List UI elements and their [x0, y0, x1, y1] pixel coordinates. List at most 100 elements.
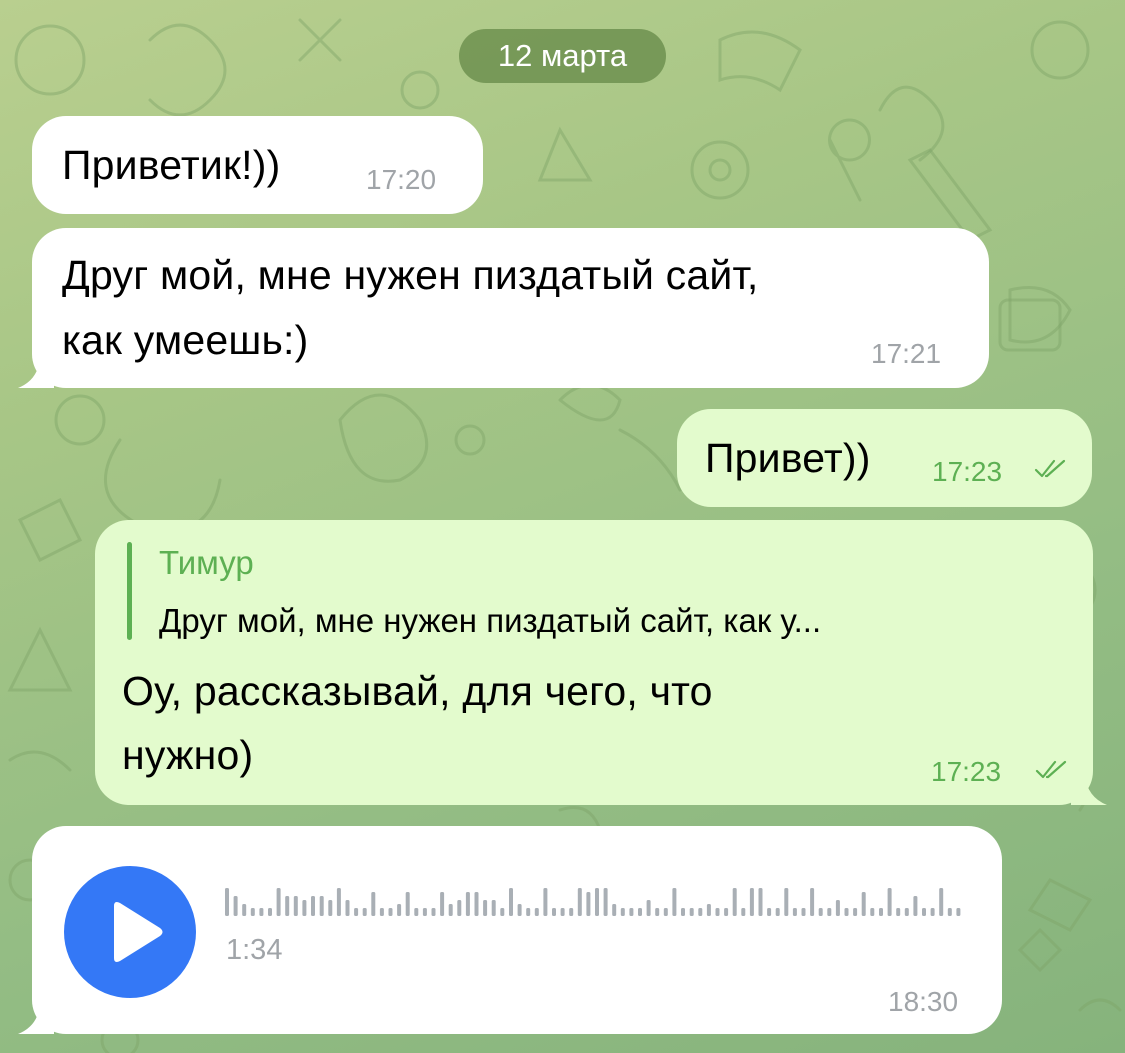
waveform-bar: [620, 908, 625, 916]
message-time: 17:23: [931, 756, 1002, 787]
waveform-bar: [724, 908, 729, 916]
message-text: Привет)): [705, 435, 871, 481]
waveform-bar: [612, 904, 617, 916]
waveform-bar: [465, 892, 470, 916]
message-time: 17:21: [871, 338, 942, 369]
waveform-bar: [354, 908, 359, 916]
message-text-line: Оу, рассказывай, для чего, что: [122, 668, 713, 714]
double-check-icon: [1034, 459, 1066, 478]
waveform-bar: [913, 896, 918, 916]
waveform-bar: [379, 908, 384, 916]
play-icon: [114, 902, 163, 962]
waveform-bar: [655, 908, 660, 916]
waveform-bar: [259, 908, 264, 916]
waveform-bar: [922, 908, 926, 916]
waveform-bar: [500, 908, 505, 916]
waveform-bar: [543, 888, 548, 916]
reply-author: Тимур: [159, 544, 254, 581]
waveform-bar: [448, 904, 453, 916]
waveform-bar: [663, 908, 668, 916]
waveform-bar: [792, 908, 797, 916]
waveform-bar: [552, 908, 556, 916]
message-text-line: как умеешь:): [62, 317, 309, 363]
waveform-bar: [577, 888, 582, 916]
voice-duration: 1:34: [226, 934, 283, 966]
message-bubble-incoming[interactable]: Друг мой, мне нужен пиздатый сайт, как у…: [32, 228, 989, 388]
message-bubble-incoming[interactable]: Приветик!)) 17:20: [32, 116, 483, 214]
waveform-bar: [560, 908, 565, 916]
waveform-bar: [681, 908, 685, 916]
message-bubble-outgoing[interactable]: Привет)) 17:23: [677, 409, 1092, 507]
waveform-bar: [302, 900, 307, 916]
waveform-bar: [904, 908, 909, 916]
waveform-bar: [311, 896, 315, 916]
waveform-bar: [844, 908, 849, 916]
waveform-bar: [509, 888, 513, 916]
waveform-bar: [328, 900, 333, 916]
waveform-bar: [801, 908, 806, 916]
waveform-bar: [956, 908, 961, 916]
date-separator: 12 марта: [459, 29, 666, 83]
waveform-bar: [853, 908, 858, 916]
waveform-bar: [939, 888, 944, 916]
waveform-bar: [930, 908, 935, 916]
waveform-bar: [835, 900, 840, 916]
waveform-bar: [784, 888, 789, 916]
reply-preview[interactable]: Тимур Друг мой, мне нужен пиздатый сайт,…: [127, 542, 1067, 642]
waveform-bar: [440, 892, 445, 916]
double-check-icon: [1035, 760, 1067, 779]
waveform-bar: [293, 896, 298, 916]
bubble-tail: [1071, 775, 1107, 805]
date-label: 12 марта: [497, 38, 628, 73]
waveform-bar: [483, 900, 488, 916]
voice-message-bubble[interactable]: 1:34 18:30: [32, 826, 1002, 1034]
waveform-bar: [595, 888, 599, 916]
waveform-bar: [870, 908, 875, 916]
waveform-bar: [250, 908, 255, 916]
waveform-bar: [491, 900, 496, 916]
message-time: 17:20: [366, 164, 437, 195]
waveform-bar: [414, 908, 419, 916]
waveform-bar: [758, 888, 763, 916]
waveform-bar: [397, 904, 402, 916]
waveform-bar: [775, 908, 780, 916]
waveform-bar: [879, 908, 883, 916]
waveform-bar: [457, 900, 462, 916]
message-time: 17:23: [932, 456, 1003, 487]
waveform-bar: [474, 892, 479, 916]
waveform-bar: [715, 908, 720, 916]
waveform-bar: [319, 896, 324, 916]
waveform-bar: [732, 888, 737, 916]
waveform-bar: [689, 908, 694, 916]
waveform-bar: [947, 908, 952, 916]
message-bubble-outgoing-reply[interactable]: Тимур Друг мой, мне нужен пиздатый сайт,…: [95, 520, 1093, 805]
waveform-bar: [422, 908, 427, 916]
message-text-line: Друг мой, мне нужен пиздатый сайт,: [62, 252, 759, 298]
waveform-bar: [638, 908, 642, 916]
waveform-bar: [526, 908, 531, 916]
voice-waveform[interactable]: [225, 886, 965, 916]
waveform-bar: [569, 908, 574, 916]
waveform-bar: [586, 892, 591, 916]
waveform-bar: [371, 892, 376, 916]
waveform-bar: [405, 892, 410, 916]
bubble-tail: [18, 1004, 54, 1034]
reply-accent-bar: [127, 542, 132, 640]
waveform-bar: [534, 908, 539, 916]
waveform-bar: [517, 904, 522, 916]
reply-quoted-text: Друг мой, мне нужен пиздатый сайт, как у…: [159, 602, 822, 639]
play-button[interactable]: [64, 866, 196, 998]
waveform-bar: [810, 888, 815, 916]
waveform-bar: [603, 888, 608, 916]
waveform-bar: [285, 896, 290, 916]
waveform-bar: [767, 908, 772, 916]
waveform-bar: [388, 908, 393, 916]
message-time: 18:30: [888, 986, 959, 1017]
waveform-bar: [861, 892, 866, 916]
waveform-bar: [233, 896, 238, 916]
waveform-bar: [225, 888, 229, 916]
waveform-bar: [818, 908, 823, 916]
waveform-bar: [345, 900, 350, 916]
message-text-line: нужно): [122, 732, 254, 778]
waveform-bar: [672, 888, 677, 916]
